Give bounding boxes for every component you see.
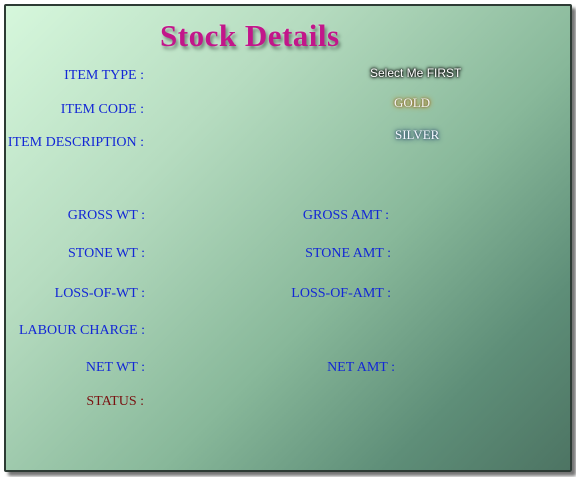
labour-charge-label: LABOUR CHARGE : — [18, 323, 145, 338]
stone-amt-label: STONE AMT : — [305, 246, 391, 261]
page-title: Stock Details — [160, 18, 340, 53]
net-amt-label: NET AMT : — [327, 360, 395, 375]
item-type-option-select-first[interactable]: Select Me FIRST — [370, 66, 461, 80]
stone-wt-label: STONE WT : — [67, 246, 145, 261]
item-description-label: ITEM DESCRIPTION : — [7, 135, 144, 150]
gross-wt-label: GROSS WT : — [67, 208, 145, 223]
item-code-label: ITEM CODE : — [60, 102, 144, 117]
loss-of-amt-label: LOSS-OF-AMT : — [291, 286, 391, 301]
status-label: STATUS : — [86, 394, 144, 409]
item-type-label: ITEM TYPE : — [64, 68, 144, 83]
gross-amt-label: GROSS AMT : — [302, 208, 389, 223]
loss-of-wt-label: LOSS-OF-WT : — [54, 286, 145, 301]
item-type-option-gold[interactable]: GOLD — [394, 95, 430, 111]
net-wt-label: NET WT : — [85, 360, 145, 375]
item-type-option-silver[interactable]: SILVER — [395, 127, 439, 143]
